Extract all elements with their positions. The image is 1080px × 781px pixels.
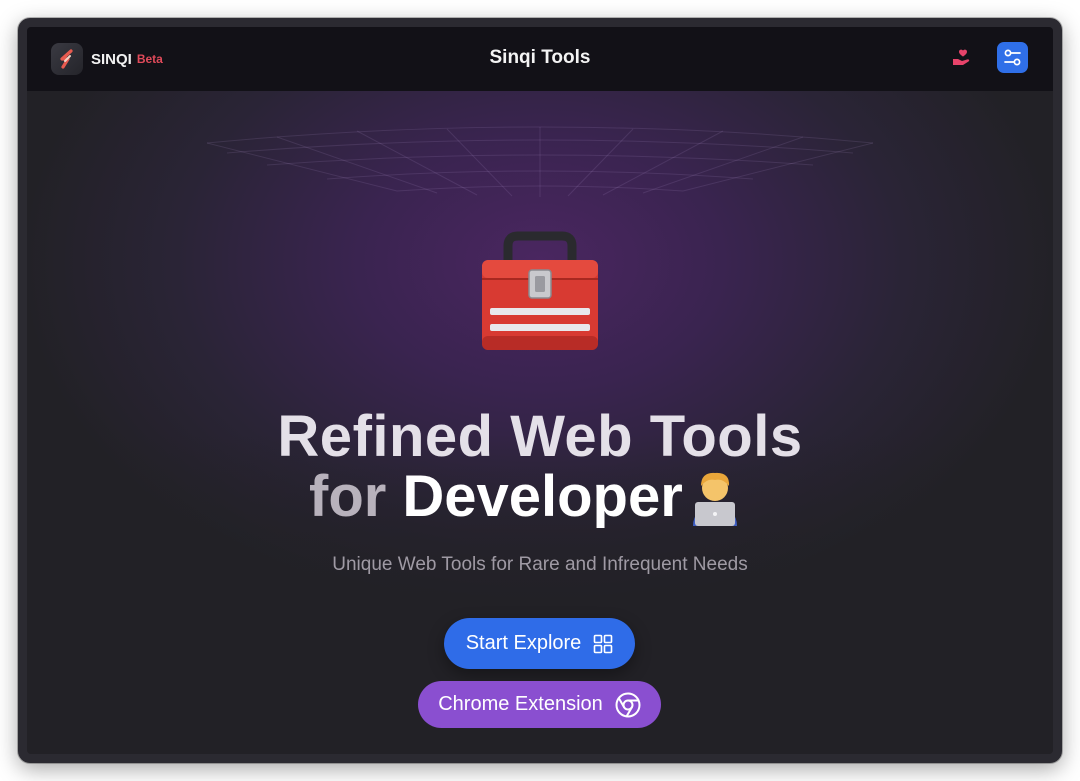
- toolbox-emoji: [482, 231, 598, 350]
- hero-headline: Refined Web Tools: [277, 404, 803, 469]
- chrome-extension-label: Chrome Extension: [438, 693, 603, 715]
- technologist-emoji: [692, 472, 737, 526]
- sliders-icon: [1004, 49, 1021, 66]
- chrome-icon: [615, 692, 641, 717]
- background-grid: [207, 126, 873, 197]
- heart-hand-icon[interactable]: [951, 48, 973, 68]
- page-canvas: SINQI Beta Sinqi Tools Refined Web Tools…: [27, 27, 1053, 754]
- grid-icon: [593, 634, 613, 653]
- start-explore-label: Start Explore: [465, 632, 582, 654]
- chrome-extension-button[interactable]: Chrome Extension: [418, 681, 661, 728]
- app-window: SINQI Beta Sinqi Tools Refined Web Tools…: [18, 18, 1062, 763]
- start-explore-button[interactable]: Start Explore: [444, 618, 635, 669]
- hero-headline-line2: for Developer: [309, 465, 743, 529]
- navbar: SINQI Beta Sinqi Tools: [27, 27, 1053, 91]
- settings-button[interactable]: [997, 42, 1028, 73]
- hero-subtitle: Unique Web Tools for Rare and Infrequent…: [332, 554, 748, 575]
- hero-highlight: Developer: [402, 464, 683, 529]
- page-title: Sinqi Tools: [489, 47, 591, 68]
- hero-prefix: for: [309, 464, 387, 529]
